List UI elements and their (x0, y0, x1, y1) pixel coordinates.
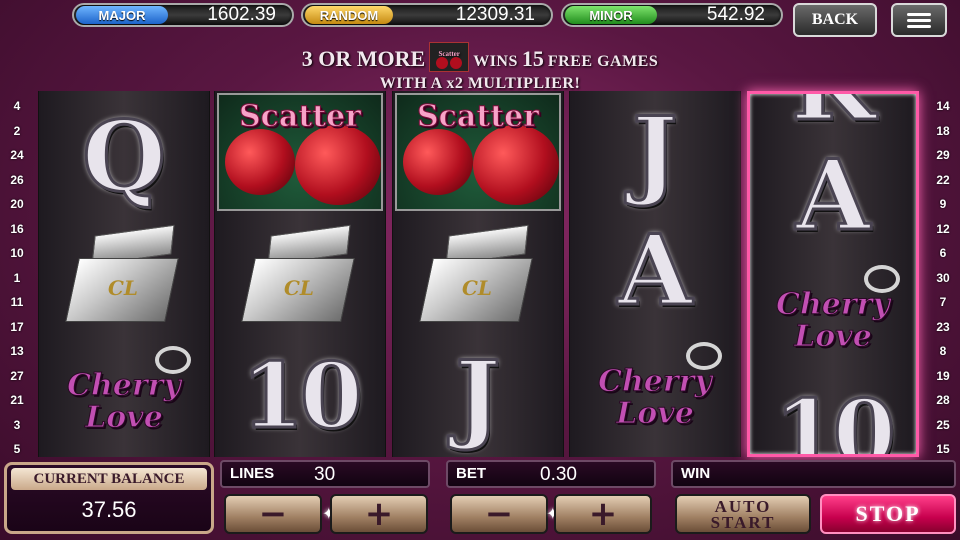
minor-jackpot-value: 542.92 (706, 4, 765, 25)
balance-value: 37.56 (81, 497, 137, 522)
payline-marker-left-5: 5 (2, 437, 32, 462)
banner-free-games: FREE GAMES (547, 53, 659, 70)
payline-marker-right-15: 15 (928, 437, 958, 462)
payline-marker-right-23: 23 (928, 315, 958, 340)
slot-game-screen: MAJOR 1602.39 RANDOM 12309.31 MINOR 542.… (0, 0, 960, 540)
bet-decrease-button[interactable]: − (450, 494, 548, 534)
major-jackpot-label: MAJOR (76, 6, 168, 24)
balance-panel: CURRENT BALANCE 37.56 (4, 462, 214, 534)
payline-marker-right-7: 7 (928, 290, 958, 315)
symbol-scatter: Scatter (215, 91, 385, 213)
payline-marker-left-27: 27 (2, 364, 32, 389)
reel-5-highlighted: K A CherryLove 10 (747, 91, 919, 457)
random-jackpot: RANDOM 12309.31 (301, 3, 553, 27)
payline-marker-right-9: 9 (928, 192, 958, 217)
payline-marker-left-4: 4 (2, 94, 32, 119)
bet-display: BET 0.30 (446, 460, 656, 488)
symbol-10: 10 (240, 342, 364, 451)
payline-marker-right-30: 30 (928, 266, 958, 291)
banner-free-count: 15 (521, 46, 544, 71)
lines-increase-button[interactable]: + (330, 494, 428, 534)
win-label: WIN (681, 465, 711, 482)
balance-label: CURRENT BALANCE (11, 468, 207, 490)
payline-marker-left-11: 11 (2, 290, 32, 315)
lines-value: 30 (314, 464, 336, 485)
payline-marker-right-12: 12 (928, 217, 958, 242)
payline-marker-right-29: 29 (928, 143, 958, 168)
payline-marker-left-13: 13 (2, 339, 32, 364)
payline-marker-right-14: 14 (928, 94, 958, 119)
banner-wins: WINS (473, 53, 518, 70)
symbol-j: J (631, 94, 679, 210)
payline-marker-right-18: 18 (928, 119, 958, 144)
reel-4: J A Cherry Love (569, 91, 741, 457)
lines-decrease-button[interactable]: − (224, 494, 322, 534)
symbol-a: A (794, 137, 872, 253)
payline-markers-left: 4 2 24 26 20 16 10 1 11 17 13 27 21 3 5 (2, 94, 32, 462)
symbol-cherry-love-logo: Cherry Love (750, 254, 916, 376)
hamburger-menu-icon (907, 10, 931, 31)
payline-marker-left-17: 17 (2, 315, 32, 340)
symbol-q: Q (81, 98, 168, 214)
back-button[interactable]: BACK (793, 3, 877, 37)
payline-marker-right-6: 6 (928, 241, 958, 266)
bet-label: BET (456, 465, 486, 482)
free-games-banner: 3 OR MORE Scatter WINS 15 FREE GAMES WIT… (200, 42, 760, 95)
payline-marker-left-26: 26 (2, 168, 32, 193)
payline-marker-left-21: 21 (2, 388, 32, 413)
payline-marker-right-19: 19 (928, 364, 958, 389)
lines-label: LINES (230, 465, 275, 482)
scatter-mini-icon: Scatter (429, 42, 470, 72)
lines-display: LINES 30 (220, 460, 430, 488)
payline-marker-left-10: 10 (2, 241, 32, 266)
major-jackpot-value: 1602.39 (207, 4, 276, 25)
symbol-j: J (454, 338, 502, 454)
symbol-lighter: CL (215, 215, 385, 337)
win-display: WIN (671, 460, 956, 488)
bet-increase-button[interactable]: + (554, 494, 652, 534)
payline-marker-left-16: 16 (2, 217, 32, 242)
minor-jackpot: MINOR 542.92 (561, 3, 783, 27)
menu-button[interactable] (891, 3, 947, 37)
symbol-10: 10 (773, 379, 897, 457)
payline-marker-right-22: 22 (928, 168, 958, 193)
stop-button[interactable]: STOP (820, 494, 956, 534)
auto-start-button[interactable]: AUTO START (675, 494, 811, 534)
symbol-lighter: CL (393, 215, 563, 337)
payline-marker-right-8: 8 (928, 339, 958, 364)
symbol-scatter: Scatter (393, 91, 563, 213)
payline-marker-left-24: 24 (2, 143, 32, 168)
payline-markers-right: 14 18 29 22 9 12 6 30 7 23 8 19 28 25 15 (928, 94, 958, 462)
symbol-cherry-love-logo: Cherry Love (570, 331, 740, 453)
reel-3: Scatter CL J (392, 91, 564, 457)
symbol-a: A (616, 212, 694, 328)
banner-count: 3 OR MORE (301, 46, 426, 71)
payline-marker-right-28: 28 (928, 388, 958, 413)
reel-2: Scatter CL 10 (214, 91, 386, 457)
payline-marker-left-2: 2 (2, 119, 32, 144)
symbol-lighter: CL (39, 215, 209, 337)
payline-marker-left-3: 3 (2, 413, 32, 438)
random-jackpot-label: RANDOM (305, 6, 393, 24)
random-jackpot-value: 12309.31 (455, 4, 535, 25)
payline-marker-left-20: 20 (2, 192, 32, 217)
major-jackpot: MAJOR 1602.39 (72, 3, 294, 27)
bet-value: 0.30 (540, 464, 577, 485)
minor-jackpot-label: MINOR (565, 6, 657, 24)
payline-marker-left-1: 1 (2, 266, 32, 291)
payline-marker-right-25: 25 (928, 413, 958, 438)
reel-1: Q CL Cherry Love (38, 91, 210, 457)
symbol-cherry-love-logo: Cherry Love (39, 335, 209, 457)
